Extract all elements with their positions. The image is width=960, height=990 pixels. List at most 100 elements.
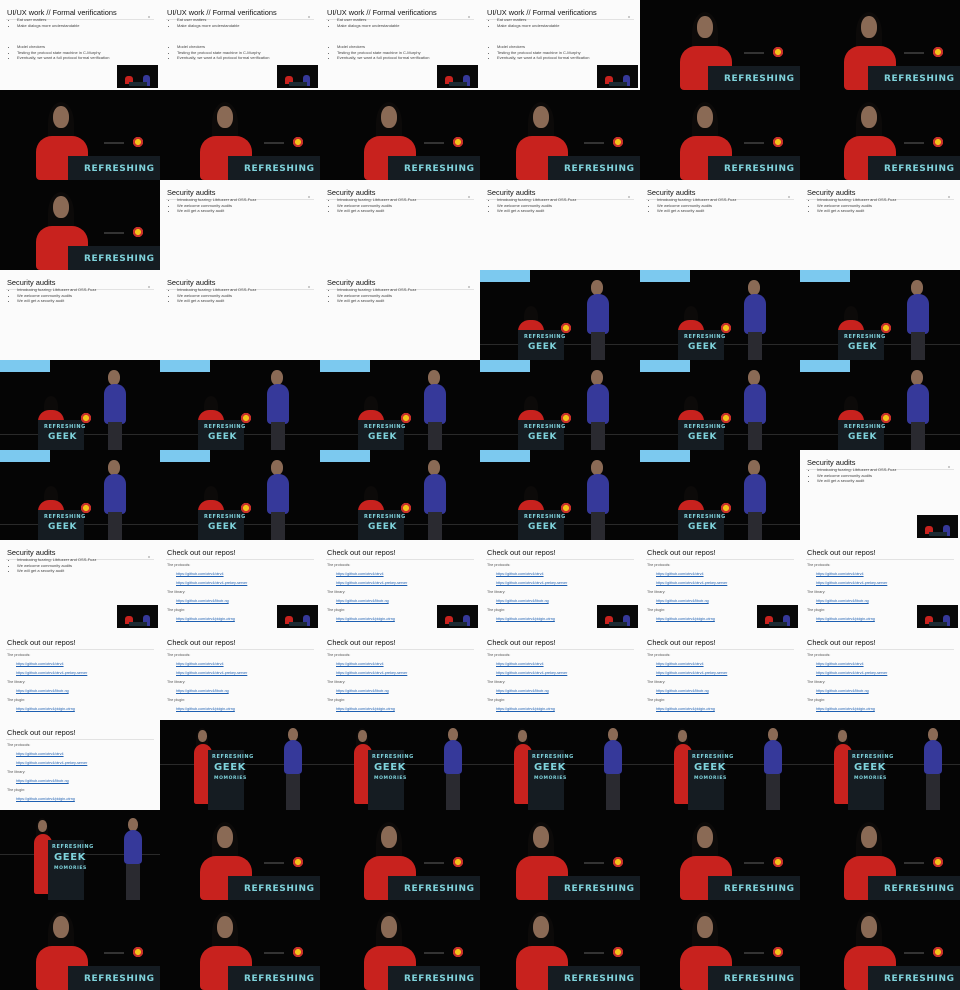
frame-repos: Check out our repos! The protocols: https:… [800, 630, 960, 720]
bullet-list: Introducing fuzzing: Libfuzzer and OSS-F… [9, 287, 96, 304]
repo-group-label: The protocols: [487, 653, 511, 657]
flower-decoration [452, 946, 464, 958]
frame-duo: REFRESHING GEEK [320, 450, 480, 540]
slide-title: Security audits [167, 278, 216, 287]
microphone [744, 52, 764, 54]
flower-decoration [772, 46, 784, 58]
brand-text: REFRESHING [84, 974, 155, 984]
speaker-face [53, 196, 69, 218]
brand-text: GEEK [54, 852, 87, 863]
brand-text: REFRESHING [724, 74, 795, 84]
speaker-blue-outfit [907, 384, 929, 424]
slide-title: Security audits [7, 278, 56, 287]
pip-podium [289, 82, 307, 86]
frame-audit: Security auditsIntroducing fuzzing: Libf… [480, 180, 640, 270]
slide-marker [948, 196, 950, 198]
bullet-item: We will get a security audit [17, 298, 96, 304]
slide-marker [308, 196, 310, 198]
frame-audit: Security auditsIntroducing fuzzing: Libf… [800, 180, 960, 270]
speaker-legs [591, 422, 605, 450]
brand-text: GEEK [688, 432, 718, 442]
flower-decoration [932, 946, 944, 958]
speaker-blue-outfit [104, 474, 126, 514]
frame-repos: Check out our repos! The protocols: https:… [640, 630, 800, 720]
flower-decoration [720, 322, 732, 334]
speaker-face [861, 16, 877, 38]
flower-decoration [240, 412, 252, 424]
frame-repos: Check out our repos! The protocols: https:… [320, 630, 480, 720]
speaker-blue-outfit [124, 830, 142, 864]
brand-text: MOMORIES [54, 866, 87, 871]
repo-link: https://github.com/otrv4/pidgin-otrng [656, 707, 715, 711]
frame-audit-pip: Security auditsIntroducing fuzzing: Libf… [0, 540, 160, 630]
brand-text: GEEK [208, 432, 238, 442]
speaker-face [381, 106, 397, 128]
brand-text: GEEK [534, 762, 567, 773]
frame-duo: REFRESHING GEEK [480, 450, 640, 540]
projection-screen [480, 450, 530, 462]
brand-text: REFRESHING [692, 754, 734, 760]
speaker-blue-outfit [104, 384, 126, 424]
slide-title: UI/UX work // Formal verifications [487, 8, 597, 17]
frame-repos: Check out our repos! The protocols: https:… [480, 630, 640, 720]
speaker-legs [911, 422, 925, 450]
speaker-face [533, 916, 549, 938]
speaker-face [217, 916, 233, 938]
repo-group-label: The plugin: [647, 608, 666, 612]
brand-text: REFRESHING [204, 514, 246, 520]
speaker-face [271, 370, 283, 385]
brand-text: REFRESHING [724, 974, 795, 984]
repo-group-label: The library: [487, 590, 506, 594]
repo-group-label: The plugin: [167, 698, 186, 702]
microphone [264, 952, 284, 954]
frame-close-red: REFRESHING [640, 0, 800, 90]
speaker-face [428, 370, 440, 385]
repo-link: https://github.com/otrv4/libotr-ng [16, 689, 69, 693]
slide-title: Security audits [327, 278, 376, 287]
repo-link: https://github.com/otrv4/otrv4-prekey-se… [16, 761, 88, 765]
repo-links: The protocols: https://github.com/otrv4/o… [487, 649, 567, 712]
bullet-item: Introducing fuzzing: Libfuzzer and OSS-F… [337, 287, 416, 293]
frame-close-red: REFRESHING [800, 900, 960, 990]
bullet-list: Introducing fuzzing: Libfuzzer and OSS-F… [9, 557, 96, 574]
speaker-face [38, 820, 47, 832]
slide-title: Security audits [487, 188, 536, 197]
microphone [744, 952, 764, 954]
frame-duo: REFRESHING GEEK [0, 360, 160, 450]
bullet-list: Model checkersTesting the protocol state… [489, 44, 589, 61]
frame-close-red: REFRESHING [640, 90, 800, 180]
repo-link: https://github.com/otrv4/otrv4-prekey-se… [816, 671, 888, 675]
repo-link: https://github.com/otrv4/pidgin-otrng [176, 617, 235, 621]
bullet-item: Introducing fuzzing: Libfuzzer and OSS-F… [17, 287, 96, 293]
repo-link: https://github.com/otrv4/libotr-ng [16, 779, 69, 783]
frame-duo: REFRESHING GEEK [800, 360, 960, 450]
repo-group-label: The library: [327, 680, 346, 684]
slide-title: Security audits [7, 548, 56, 557]
microphone [584, 952, 604, 954]
video-pip-thumbnail [597, 65, 638, 88]
repo-group-label: The library: [167, 590, 186, 594]
frame-repos: Check out our repos! The protocols: https:… [0, 720, 160, 810]
flower-decoration [400, 412, 412, 424]
slide-title: Check out our repos! [7, 728, 76, 737]
repo-link: https://github.com/otrv4/pidgin-otrng [496, 707, 555, 711]
slide-title: UI/UX work // Formal verifications [327, 8, 437, 17]
contact-sheet-grid: UI/UX work // Formal verificationsEat us… [0, 0, 960, 990]
frame-close-red: REFRESHING [480, 90, 640, 180]
frame-ui: UI/UX work // Formal verificationsEat us… [320, 0, 480, 90]
speaker-legs [591, 332, 605, 360]
repo-links: The protocols: https://github.com/otrv4/o… [167, 649, 247, 712]
pip-podium [449, 82, 467, 86]
repo-link: https://github.com/otrv4/pidgin-otrng [656, 617, 715, 621]
speaker-face [697, 826, 713, 848]
microphone [744, 862, 764, 864]
flower-decoration [400, 502, 412, 514]
speaker-blue-outfit [267, 384, 289, 424]
slide-marker [628, 196, 630, 198]
repo-group-label: The protocols: [807, 653, 831, 657]
flower-decoration [560, 502, 572, 514]
flower-decoration [612, 946, 624, 958]
microphone [904, 952, 924, 954]
bullet-item: Introducing fuzzing: Libfuzzer and OSS-F… [177, 197, 256, 203]
speaker-face [381, 826, 397, 848]
